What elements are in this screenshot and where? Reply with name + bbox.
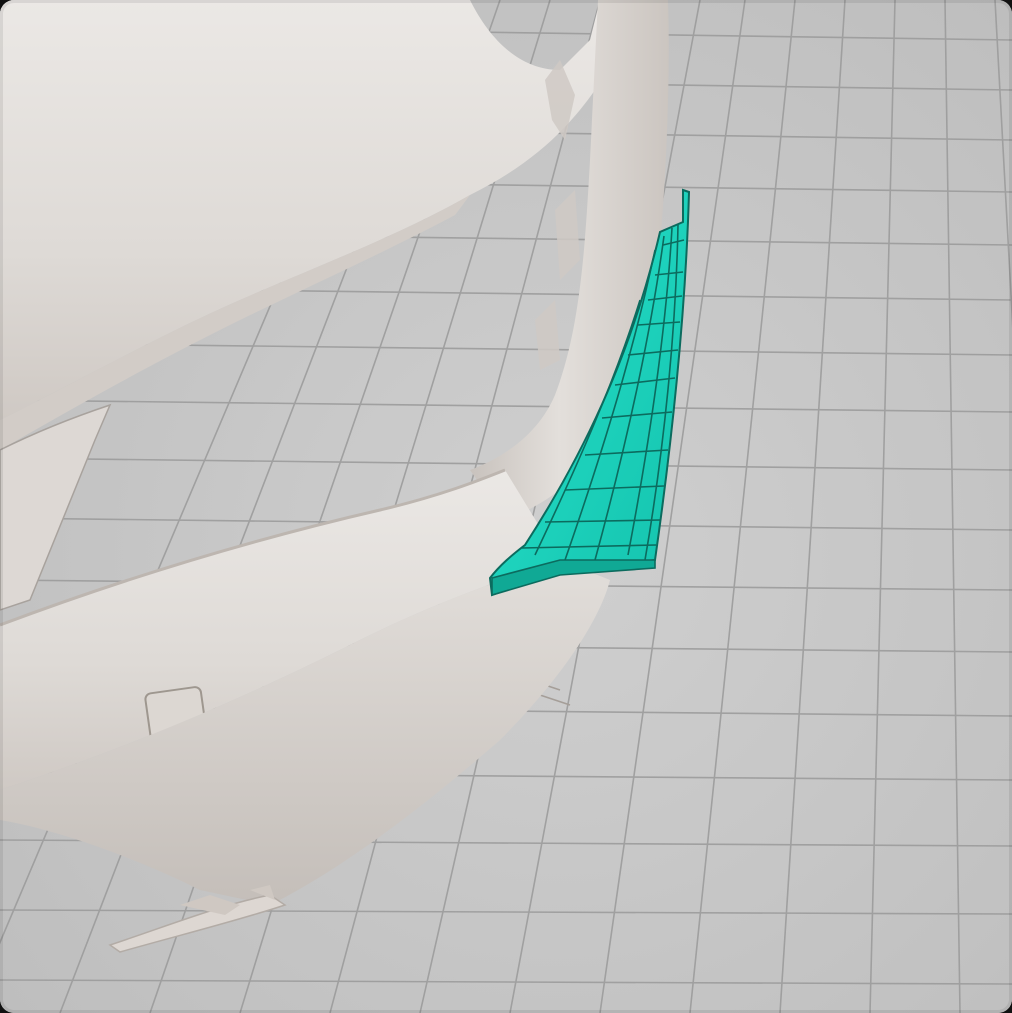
3d-viewport[interactable] [0,0,1012,1013]
viewport-canvas[interactable] [0,0,1012,1013]
